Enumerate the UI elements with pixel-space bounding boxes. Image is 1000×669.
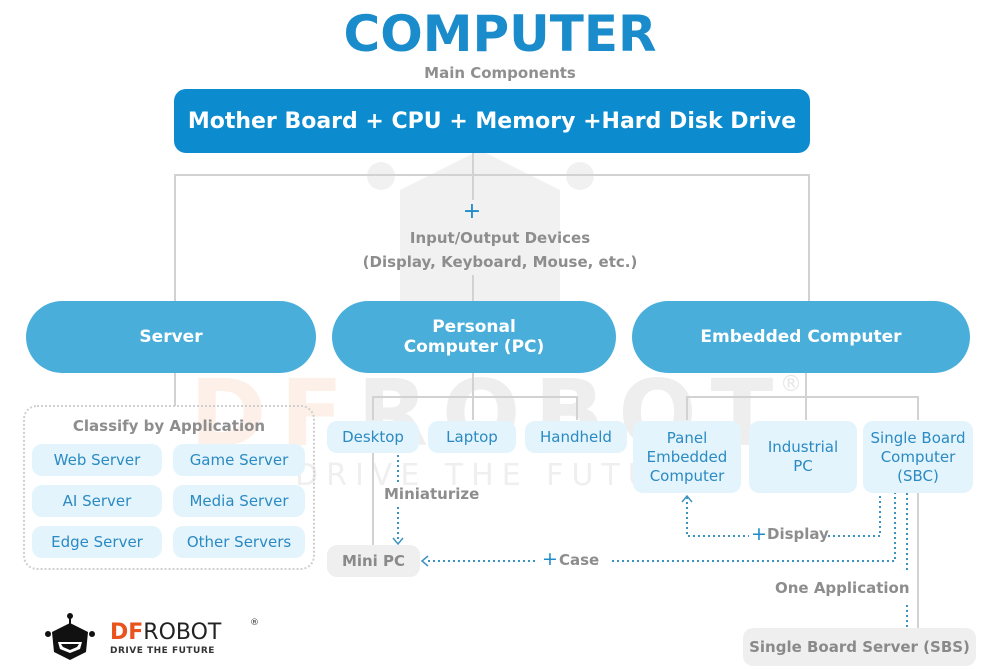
embedded-type-industrial: Industrial PC	[749, 421, 857, 493]
logo-registered: ®	[250, 618, 259, 628]
display-path	[686, 497, 749, 537]
core-components-box: Mother Board + CPU + Memory +Hard Disk D…	[174, 89, 810, 153]
server-type-web: Web Server	[32, 444, 162, 476]
robot-logo-icon	[45, 613, 95, 660]
pc-type-handheld: Handheld	[525, 421, 627, 453]
single-board-server-box: Single Board Server (SBS)	[743, 628, 976, 666]
mini-pc-box: Mini PC	[327, 545, 420, 577]
page-title: COMPUTER	[343, 5, 657, 63]
logo-brand-df: DF	[110, 620, 144, 645]
embedded-type-industrial-label: Industrial PC	[767, 438, 839, 475]
server-type-media: Media Server	[173, 485, 305, 517]
pc-type-laptop: Laptop	[428, 421, 516, 453]
pc-branch	[372, 396, 578, 420]
logo-brand-robot: ROBOT	[143, 620, 222, 645]
display-plus-icon: +	[751, 523, 767, 545]
category-personal-computer: Personal Computer (PC)	[332, 301, 616, 373]
display-path-right	[828, 493, 881, 537]
logo-brand: DFROBOT	[110, 620, 221, 645]
category-embedded-computer: Embedded Computer	[632, 301, 970, 373]
io-devices-examples: (Display, Keyboard, Mouse, etc.)	[362, 253, 638, 271]
server-type-ai: AI Server	[32, 485, 162, 517]
server-type-game: Game Server	[173, 444, 305, 476]
dfrobot-logo: DFROBOT ® DRIVE THE FUTURE	[44, 612, 274, 662]
miniaturize-label: Miniaturize	[384, 485, 480, 503]
embedded-branch	[686, 396, 919, 420]
case-plus-icon: +	[542, 548, 558, 570]
embedded-type-sbc-label: Single Board Computer (SBC)	[870, 428, 966, 485]
embedded-type-panel: Panel Embedded Computer	[633, 421, 741, 493]
server-type-other: Other Servers	[173, 526, 305, 558]
pc-type-desktop: Desktop	[327, 421, 419, 453]
io-devices-label: Input/Output Devices	[409, 229, 591, 247]
classify-title: Classify by Application	[72, 417, 266, 435]
case-arrowhead	[420, 555, 429, 567]
plus-icon: +	[462, 199, 482, 224]
one-application-label: One Application	[775, 579, 910, 597]
embedded-type-sbc: Single Board Computer (SBC)	[863, 421, 973, 493]
category-personal-computer-label: Personal Computer (PC)	[403, 317, 545, 357]
display-label: Display	[767, 525, 829, 543]
logo-tagline: DRIVE THE FUTURE	[110, 646, 215, 656]
case-label: Case	[559, 551, 600, 569]
category-server: Server	[26, 301, 316, 373]
server-type-edge: Edge Server	[32, 526, 162, 558]
page-subtitle: Main Components	[424, 64, 576, 82]
